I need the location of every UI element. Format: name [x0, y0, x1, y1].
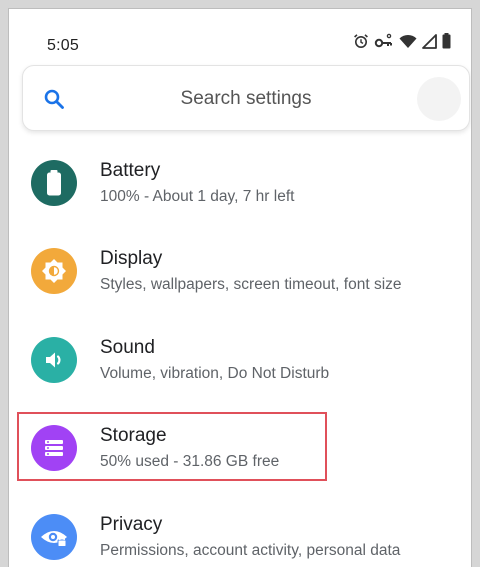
settings-item-subtitle: Styles, wallpapers, screen timeout, font… [100, 276, 402, 293]
settings-item-subtitle: 100% - About 1 day, 7 hr left [100, 188, 295, 205]
settings-item-title: Battery [100, 160, 161, 181]
signal-icon [422, 33, 437, 49]
brightness-icon [31, 248, 77, 294]
alarm-icon [353, 33, 369, 49]
search-bar[interactable]: Search settings [22, 65, 470, 131]
settings-item-battery[interactable]: Battery 100% - About 1 day, 7 hr left [9, 152, 471, 238]
status-time: 5:05 [47, 37, 79, 54]
settings-item-privacy[interactable]: Privacy Permissions, account activity, p… [9, 506, 471, 567]
status-icons [353, 33, 451, 49]
settings-item-subtitle: Volume, vibration, Do Not Disturb [100, 365, 330, 382]
vpn-key-icon [374, 33, 394, 49]
settings-item-title: Display [100, 248, 163, 269]
settings-item-subtitle: 50% used - 31.86 GB free [100, 453, 280, 470]
avatar[interactable] [417, 77, 461, 121]
battery-icon [442, 33, 451, 49]
storage-icon [31, 425, 77, 471]
search-input[interactable]: Search settings [23, 88, 469, 110]
settings-item-title: Privacy [100, 514, 163, 535]
settings-item-display[interactable]: Display Styles, wallpapers, screen timeo… [9, 240, 471, 326]
status-bar: 5:05 [9, 9, 471, 73]
settings-screen: 5:05 Search settings Battery 100% - Abou… [8, 8, 472, 567]
settings-item-title: Storage [100, 425, 167, 446]
battery-icon [31, 160, 77, 206]
wifi-icon [399, 34, 417, 49]
settings-item-storage[interactable]: Storage 50% used - 31.86 GB free [9, 417, 471, 503]
settings-item-title: Sound [100, 337, 155, 358]
settings-item-sound[interactable]: Sound Volume, vibration, Do Not Disturb [9, 329, 471, 415]
privacy-eye-icon [31, 514, 77, 560]
volume-icon [31, 337, 77, 383]
settings-item-subtitle: Permissions, account activity, personal … [100, 542, 401, 559]
